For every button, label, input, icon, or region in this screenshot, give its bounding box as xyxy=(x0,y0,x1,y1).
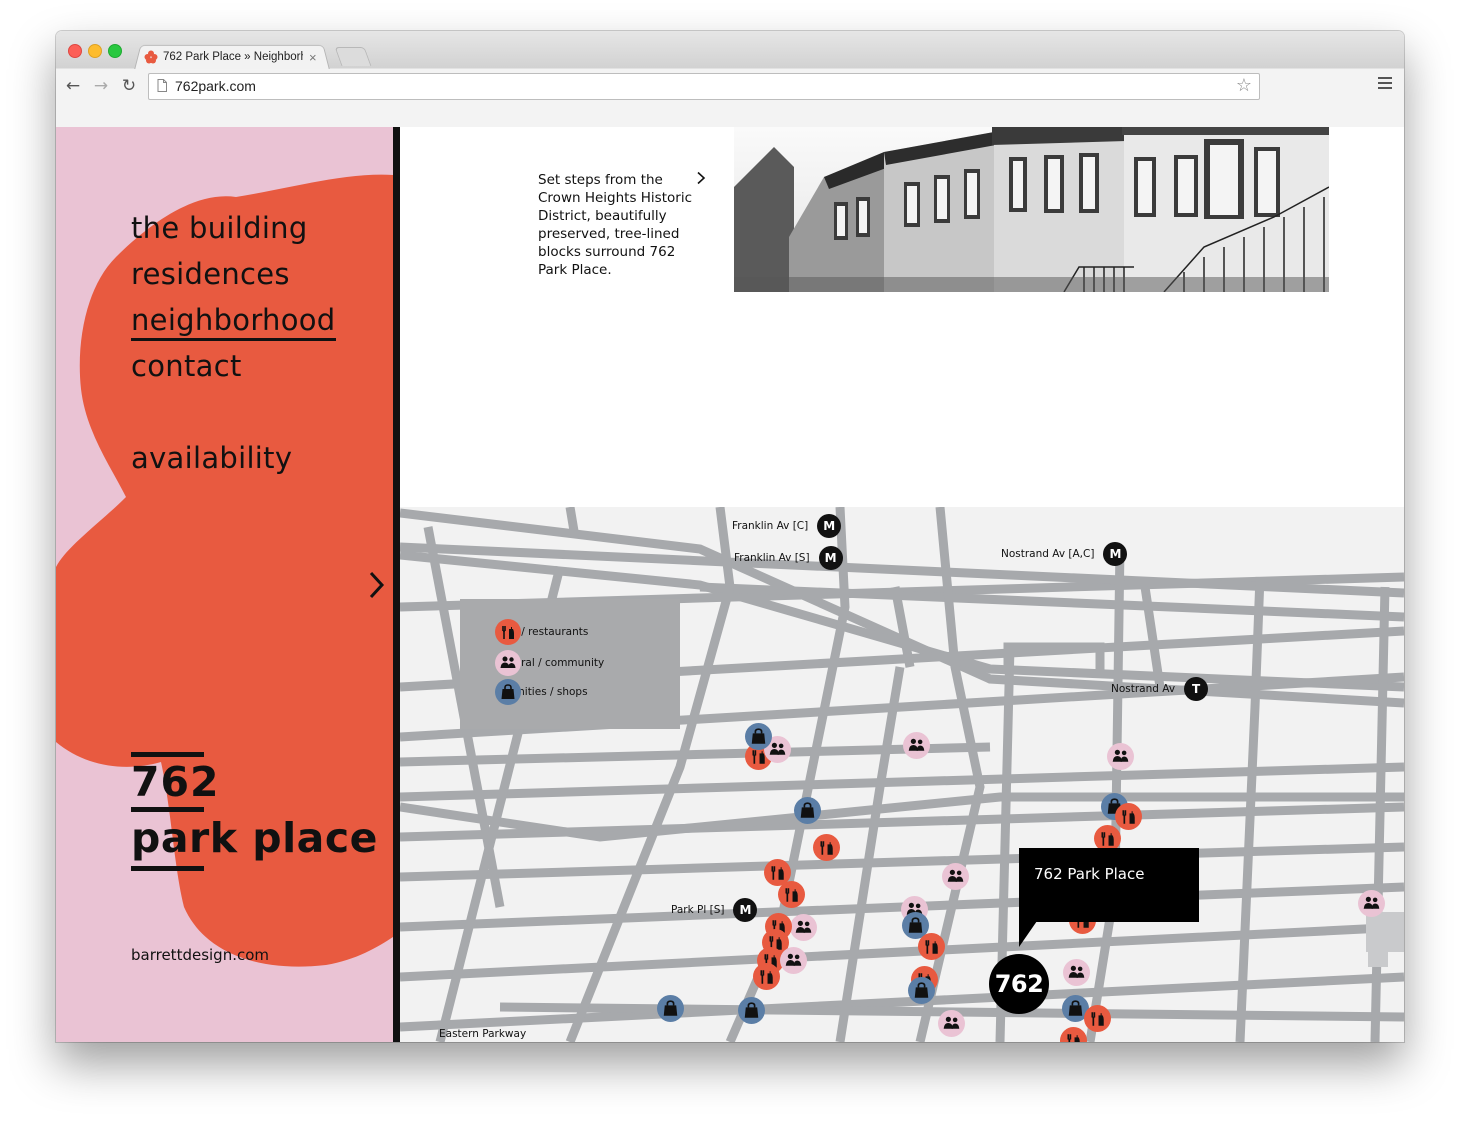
lirr-t-icon: T xyxy=(1184,677,1209,701)
main-content: Set steps from the Crown Heights Histori… xyxy=(400,127,1404,1042)
bag-icon[interactable] xyxy=(738,997,765,1024)
bar-icon[interactable] xyxy=(1060,1027,1087,1042)
people-icon[interactable] xyxy=(938,1010,965,1037)
page-icon xyxy=(157,79,167,92)
bookmark-star-icon[interactable]: ☆ xyxy=(1236,75,1252,96)
building-marker[interactable]: 762 xyxy=(989,954,1049,1014)
zoom-window-button[interactable] xyxy=(108,44,122,58)
subway-m-icon: M xyxy=(733,898,758,922)
people-icon[interactable] xyxy=(1063,959,1090,986)
intro-text: Set steps from the Crown Heights Histori… xyxy=(538,172,692,278)
close-window-button[interactable] xyxy=(68,44,82,58)
neighborhood-map[interactable]: bars / restaurants cultural / community … xyxy=(400,507,1404,1042)
logo[interactable]: 762 park place xyxy=(131,752,378,871)
credit-link[interactable]: barrettdesign.com xyxy=(131,946,269,964)
station-nostrand-ac[interactable]: Nostrand Av [A,C] M xyxy=(1001,542,1128,566)
logo-number: 762 xyxy=(131,758,220,806)
station-franklin-c[interactable]: Franklin Av [C] M xyxy=(732,514,842,538)
brownstones-photo xyxy=(734,127,1329,292)
subway-m-icon: M xyxy=(817,514,842,538)
station-park-pl[interactable]: Park Pl [S] M xyxy=(671,898,758,922)
flower-favicon-icon xyxy=(144,50,158,64)
tab-close-icon[interactable]: × xyxy=(309,50,317,65)
legend-amenities[interactable]: amenities / shops xyxy=(495,679,588,705)
people-icon[interactable] xyxy=(1107,743,1134,770)
station-franklin-s[interactable]: Franklin Av [S] M xyxy=(734,546,843,570)
bar-icon[interactable] xyxy=(918,933,945,960)
people-icon[interactable] xyxy=(1358,890,1385,917)
back-arrow-icon[interactable]: ← xyxy=(62,76,84,96)
people-icon[interactable] xyxy=(903,732,930,759)
sidebar: the building residences neighborhood con… xyxy=(56,127,393,1042)
street-label-eastern-parkway: Eastern Parkway xyxy=(439,1028,527,1040)
nav-residences[interactable]: residences xyxy=(131,251,336,297)
nav-contact[interactable]: contact xyxy=(131,343,336,389)
people-icon xyxy=(495,650,521,676)
legend-bars[interactable]: bars / restaurants xyxy=(495,619,588,645)
nav-availability[interactable]: availability xyxy=(131,435,336,481)
callout-pointer xyxy=(1019,921,1037,947)
bag-icon[interactable] xyxy=(657,995,684,1022)
nav-neighborhood[interactable]: neighborhood xyxy=(131,297,336,343)
people-icon[interactable] xyxy=(780,947,807,974)
active-tab-content[interactable]: 762 Park Place » Neighborhood × xyxy=(144,47,324,67)
forward-arrow-icon[interactable]: → xyxy=(90,76,112,96)
page-viewport: the building residences neighborhood con… xyxy=(56,127,1404,1042)
people-icon[interactable] xyxy=(790,914,817,941)
subway-m-icon: M xyxy=(818,546,843,570)
bar-icon[interactable] xyxy=(753,963,780,990)
people-icon[interactable] xyxy=(942,863,969,890)
address-bar[interactable]: 762park.com ☆ xyxy=(148,73,1260,100)
main-nav: the building residences neighborhood con… xyxy=(131,205,336,481)
bag-icon xyxy=(495,679,521,705)
bar-icon[interactable] xyxy=(778,881,805,908)
chevron-right-icon[interactable] xyxy=(696,171,706,185)
nav-the-building[interactable]: the building xyxy=(131,205,336,251)
street-map xyxy=(400,507,1404,1042)
hamburger-menu-icon[interactable] xyxy=(1378,77,1392,91)
subway-m-icon: M xyxy=(1103,542,1128,566)
new-tab-button[interactable] xyxy=(334,47,372,66)
chevron-right-icon[interactable] xyxy=(366,570,386,600)
minimize-window-button[interactable] xyxy=(88,44,102,58)
bar-icon xyxy=(495,619,521,645)
station-nostrand-t[interactable]: Nostrand Av T xyxy=(1111,677,1209,701)
legend-cultural[interactable]: cultural / community xyxy=(495,650,604,676)
url-text[interactable]: 762park.com xyxy=(175,78,256,94)
bag-icon[interactable] xyxy=(745,723,772,750)
address-callout[interactable]: 762 Park Place xyxy=(1019,848,1199,922)
tab-strip: 762 Park Place » Neighborhood × xyxy=(56,31,1404,70)
bag-icon[interactable] xyxy=(908,977,935,1004)
browser-window: 762 Park Place » Neighborhood × ← → ↻ 76… xyxy=(56,31,1404,1042)
reload-icon[interactable]: ↻ xyxy=(118,76,140,96)
bar-icon[interactable] xyxy=(813,834,840,861)
tab-title: 762 Park Place » Neighborhood xyxy=(163,51,303,63)
sidebar-divider xyxy=(393,127,400,1042)
logo-name: park place xyxy=(131,814,378,862)
bar-icon[interactable] xyxy=(1084,1005,1111,1032)
map-legend: bars / restaurants cultural / community … xyxy=(460,599,680,729)
browser-chrome: 762 Park Place » Neighborhood × ← → ↻ 76… xyxy=(56,31,1404,128)
browser-toolbar: ← → ↻ 762park.com ☆ xyxy=(56,69,1404,127)
bag-icon[interactable] xyxy=(794,797,821,824)
